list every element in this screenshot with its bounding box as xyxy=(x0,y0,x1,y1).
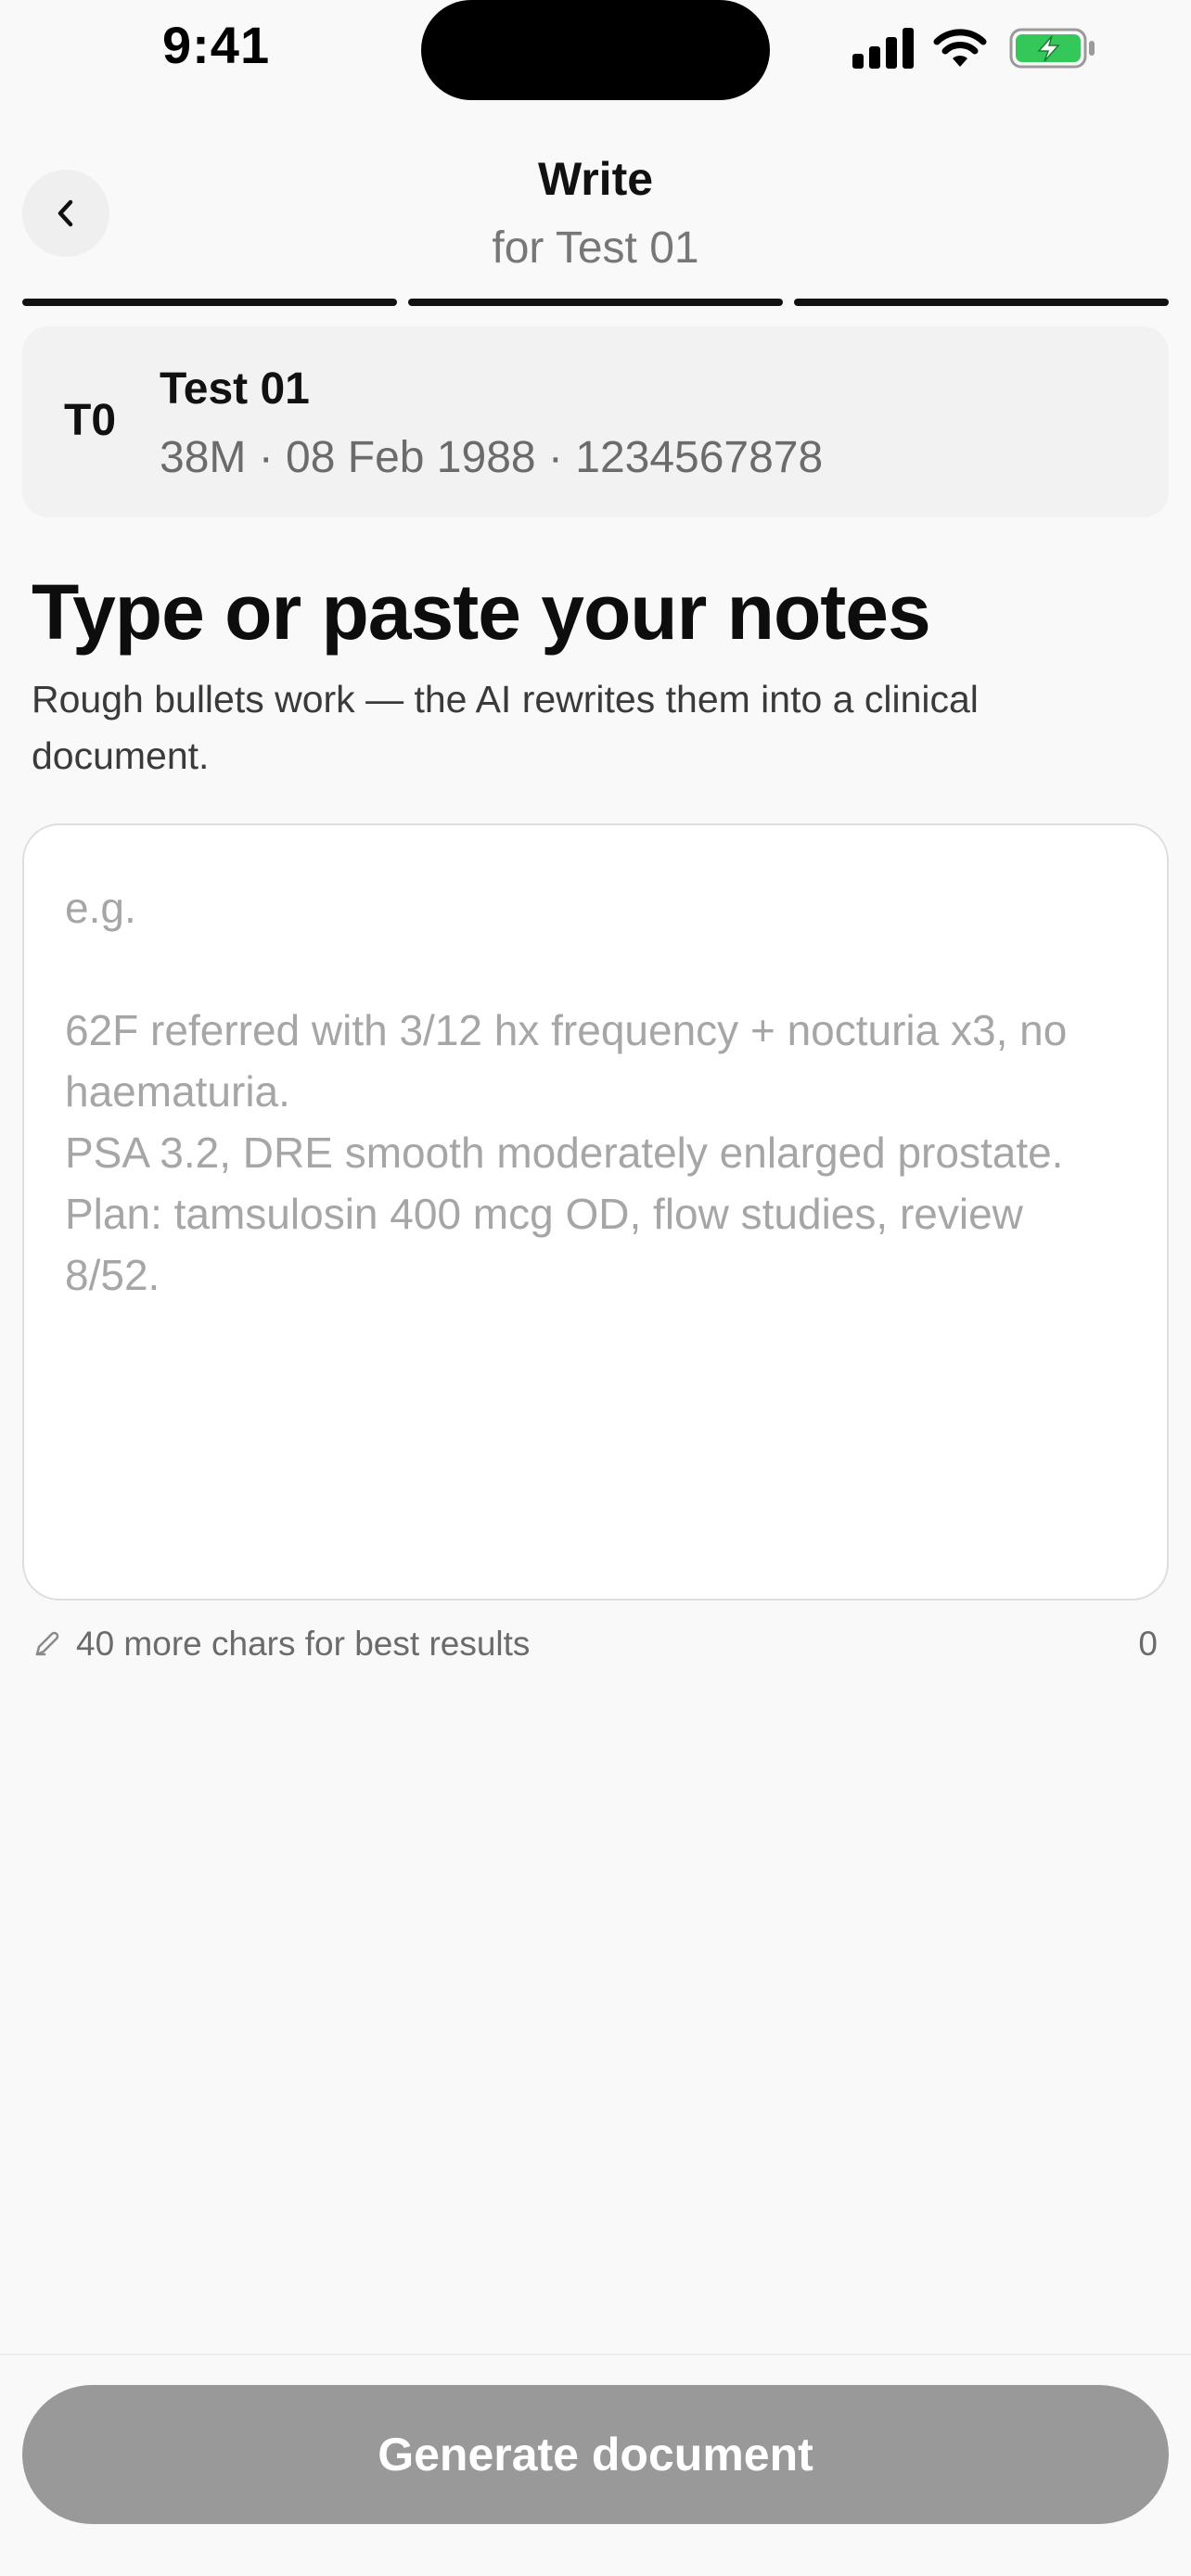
patient-name: Test 01 xyxy=(160,364,310,414)
wifi-icon xyxy=(933,29,987,67)
progress-step-1 xyxy=(22,299,397,306)
notes-input-container xyxy=(22,823,1169,1600)
status-bar: 9:41 xyxy=(0,0,1191,102)
notes-heading: Type or paste your notes xyxy=(32,568,931,656)
notes-hint: 40 more chars for best results xyxy=(32,1625,530,1664)
progress-step-2 xyxy=(408,299,783,306)
patient-card: T0 Test 01 38M · 08 Feb 1988 · 123456787… xyxy=(22,326,1169,517)
pencil-icon xyxy=(35,1631,59,1656)
hint-text: 40 more chars for best results xyxy=(76,1625,531,1663)
step-progress-bar xyxy=(22,299,1169,306)
patient-details: 38M · 08 Feb 1988 · 1234567878 xyxy=(160,433,824,482)
signal-icon xyxy=(852,28,914,69)
footer-divider xyxy=(0,2353,1191,2355)
notes-description: Rough bullets work — the AI rewrites the… xyxy=(32,678,979,777)
dynamic-island xyxy=(421,0,770,100)
character-count: 0 xyxy=(1138,1625,1158,1663)
generate-document-button[interactable]: Generate document xyxy=(22,2385,1169,2524)
progress-step-3 xyxy=(794,299,1169,306)
notes-textarea[interactable] xyxy=(65,877,1126,1562)
battery-charging-icon xyxy=(1009,28,1095,69)
status-time: 9:41 xyxy=(162,16,271,74)
page-subtitle: for Test 01 xyxy=(492,223,699,273)
patient-avatar-initials: T0 xyxy=(64,396,117,445)
page-title: Write xyxy=(537,153,654,205)
